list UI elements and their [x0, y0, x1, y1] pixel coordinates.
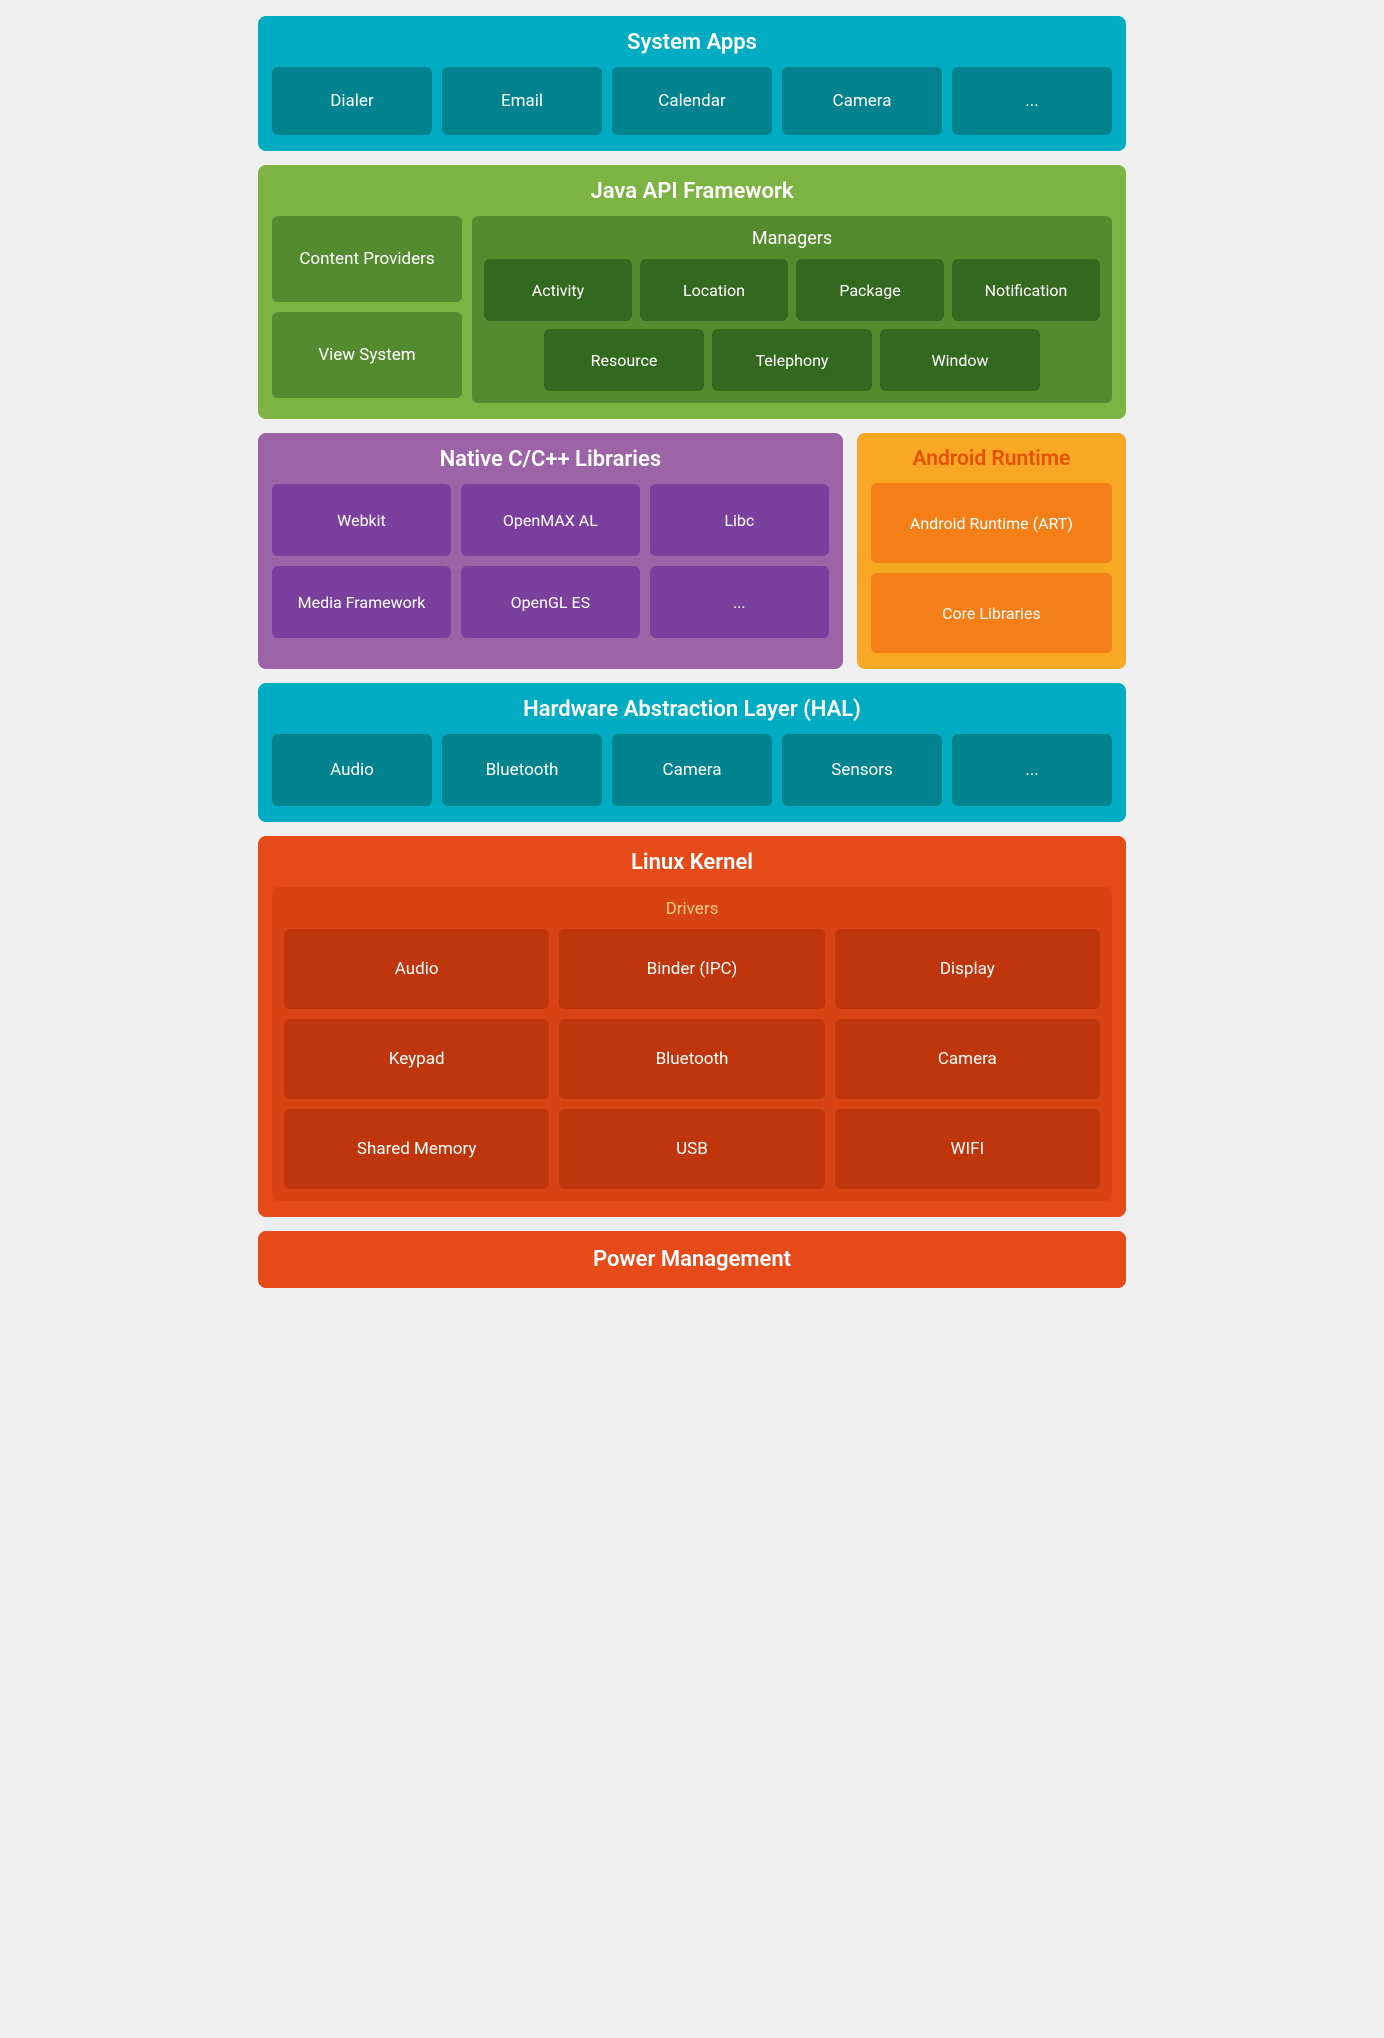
android-architecture-diagram: System Apps Dialer Email Calendar Camera… [242, 0, 1142, 1304]
opengl-cell: OpenGL ES [461, 566, 640, 638]
java-api-inner: Content Providers View System Managers A… [272, 216, 1112, 403]
java-api-title: Java API Framework [272, 179, 1112, 204]
driver-shared-memory: Shared Memory [284, 1109, 549, 1189]
hal-bluetooth-cell: Bluetooth [442, 734, 602, 806]
dialer-cell: Dialer [272, 67, 432, 135]
driver-camera: Camera [835, 1019, 1100, 1099]
drivers-title: Drivers [284, 899, 1100, 919]
window-manager: Window [880, 329, 1040, 391]
drivers-section: Drivers Audio Binder (IPC) Display Keypa… [272, 887, 1112, 1201]
power-management-layer: Power Management [258, 1231, 1126, 1288]
managers-row1: Activity Location Package Notification [484, 259, 1100, 321]
driver-wifi: WIFI [835, 1109, 1100, 1189]
driver-binder: Binder (IPC) [559, 929, 824, 1009]
managers-title: Managers [484, 228, 1100, 249]
managers-row2: Resource Telephony Window [484, 329, 1100, 391]
linux-kernel-title: Linux Kernel [272, 850, 1112, 875]
camera-cell: Camera [782, 67, 942, 135]
java-left-column: Content Providers View System [272, 216, 462, 403]
openmax-cell: OpenMAX AL [461, 484, 640, 556]
driver-usb: USB [559, 1109, 824, 1189]
hal-camera-cell: Camera [612, 734, 772, 806]
view-system-cell: View System [284, 324, 450, 386]
native-runtime-row: Native C/C++ Libraries Webkit OpenMAX AL… [258, 433, 1126, 669]
driver-bluetooth: Bluetooth [559, 1019, 824, 1099]
content-providers-cell: Content Providers [284, 228, 450, 290]
hal-sensors-cell: Sensors [782, 734, 942, 806]
hal-title: Hardware Abstraction Layer (HAL) [272, 697, 1112, 722]
managers-section: Managers Activity Location Package Notif… [472, 216, 1112, 403]
telephony-manager: Telephony [712, 329, 872, 391]
hal-audio-cell: Audio [272, 734, 432, 806]
webkit-cell: Webkit [272, 484, 451, 556]
core-libraries-cell: Core Libraries [871, 573, 1112, 653]
java-api-layer: Java API Framework Content Providers Vie… [258, 165, 1126, 419]
android-runtime-title: Android Runtime [871, 447, 1112, 471]
runtime-grid: Android Runtime (ART) Core Libraries [871, 483, 1112, 653]
system-apps-row: Dialer Email Calendar Camera ... [272, 67, 1112, 135]
driver-keypad: Keypad [284, 1019, 549, 1099]
package-manager: Package [796, 259, 944, 321]
drivers-grid: Audio Binder (IPC) Display Keypad Blueto… [284, 929, 1100, 1189]
view-system-box: View System [272, 312, 462, 398]
more-apps-cell: ... [952, 67, 1112, 135]
notification-manager: Notification [952, 259, 1100, 321]
activity-manager: Activity [484, 259, 632, 321]
hal-row: Audio Bluetooth Camera Sensors ... [272, 734, 1112, 806]
calendar-cell: Calendar [612, 67, 772, 135]
hal-layer: Hardware Abstraction Layer (HAL) Audio B… [258, 683, 1126, 822]
email-cell: Email [442, 67, 602, 135]
art-cell: Android Runtime (ART) [871, 483, 1112, 563]
libc-cell: Libc [650, 484, 829, 556]
system-apps-layer: System Apps Dialer Email Calendar Camera… [258, 16, 1126, 151]
content-providers-box: Content Providers [272, 216, 462, 302]
hal-more-cell: ... [952, 734, 1112, 806]
power-management-title: Power Management [274, 1247, 1110, 1272]
driver-display: Display [835, 929, 1100, 1009]
native-more-cell: ... [650, 566, 829, 638]
system-apps-title: System Apps [272, 30, 1112, 55]
driver-audio: Audio [284, 929, 549, 1009]
linux-inner: Drivers Audio Binder (IPC) Display Keypa… [272, 887, 1112, 1201]
resource-manager: Resource [544, 329, 704, 391]
location-manager: Location [640, 259, 788, 321]
android-runtime-layer: Android Runtime Android Runtime (ART) Co… [857, 433, 1126, 669]
media-framework-cell: Media Framework [272, 566, 451, 638]
native-grid: Webkit OpenMAX AL Libc Media Framework O… [272, 484, 829, 638]
linux-kernel-layer: Linux Kernel Drivers Audio Binder (IPC) … [258, 836, 1126, 1217]
native-layer: Native C/C++ Libraries Webkit OpenMAX AL… [258, 433, 843, 669]
native-title: Native C/C++ Libraries [272, 447, 829, 472]
